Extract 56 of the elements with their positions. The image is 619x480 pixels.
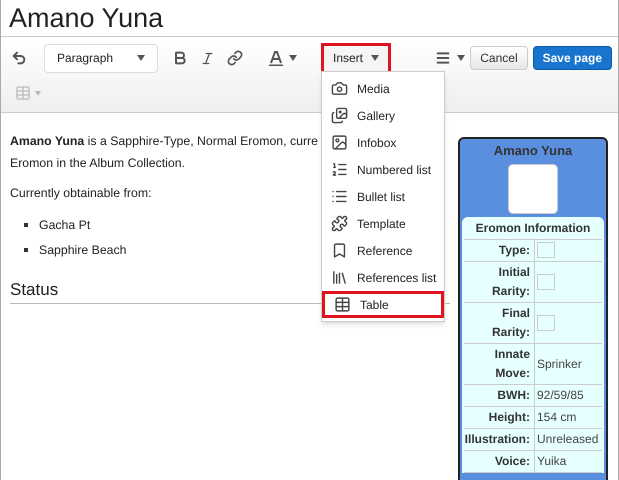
image-icon — [331, 134, 348, 151]
menu-item[interactable]: Reference — [322, 237, 444, 264]
images-icon — [331, 107, 348, 124]
save-button[interactable]: Save page — [532, 46, 612, 70]
infobox-section: Eromon Information — [464, 216, 602, 240]
bullet-icon — [24, 248, 28, 252]
table-icon — [334, 296, 351, 313]
italic-button[interactable] — [200, 50, 215, 66]
bullet-list-icon — [331, 188, 348, 205]
menu-item[interactable]: Bullet list — [322, 183, 444, 210]
infobox-label: Final Rarity: — [490, 304, 531, 340]
infobox-label: Height: — [488, 408, 531, 426]
infobox-label: Illustration: — [464, 430, 531, 448]
infobox-label: Innate Move: — [494, 346, 531, 382]
puzzle-icon — [331, 215, 348, 232]
camera-icon — [331, 80, 348, 97]
numbered-list-icon — [331, 161, 348, 178]
bold-button[interactable] — [172, 50, 188, 66]
infobox-label: Initial Rarity: — [490, 264, 531, 300]
menu-item[interactable]: Infobox — [322, 129, 444, 156]
caret-icon — [371, 55, 379, 61]
menu-item[interactable]: Media — [322, 75, 444, 102]
list-item: Sapphire Beach — [39, 242, 127, 258]
infobox-value: 92/59/85 — [537, 387, 584, 404]
intro-line: Amano Yuna is a Sapphire-Type, Normal Eromon, curre — [10, 133, 318, 150]
placeholder-image — [537, 314, 555, 330]
bookmark-icon — [331, 242, 348, 259]
list-icon — [435, 50, 451, 66]
text-style-icon — [269, 50, 283, 66]
menu-item[interactable]: Table — [322, 291, 444, 318]
format-dropdown[interactable]: Paragraph — [44, 44, 158, 72]
infobox-value: Unreleased — [537, 431, 598, 448]
intro-line: Eromon in the Album Collection. — [10, 155, 185, 172]
infobox-label: BWH: — [496, 386, 531, 404]
infobox-value: Sprinker — [537, 356, 582, 372]
cancel-button[interactable]: Cancel — [470, 46, 528, 70]
caret-icon — [289, 55, 297, 61]
link-button[interactable] — [227, 50, 243, 66]
page-title: Amano Yuna — [9, 4, 164, 32]
infobox-value: Yuika — [537, 453, 566, 470]
obtainable-text: Currently obtainable from: — [10, 185, 152, 202]
infobox-value: 154 cm — [537, 409, 576, 426]
infobox-label: Type: — [498, 242, 531, 258]
menu-item[interactable]: Template — [322, 210, 444, 237]
text-style-button[interactable] — [269, 50, 297, 66]
placeholder-image — [537, 274, 555, 290]
books-icon — [331, 269, 348, 286]
bullet-icon — [24, 222, 28, 226]
infobox-title: Amano Yuna — [492, 142, 574, 160]
caret-icon — [137, 55, 145, 61]
placeholder-image — [537, 242, 555, 258]
menu-item[interactable]: Numbered list — [322, 156, 444, 183]
list-item: Gacha Pt — [39, 216, 90, 234]
infobox-label: Voice: — [494, 452, 531, 470]
insert-button[interactable]: Insert — [321, 42, 391, 74]
menu-item[interactable]: Gallery — [322, 102, 444, 129]
